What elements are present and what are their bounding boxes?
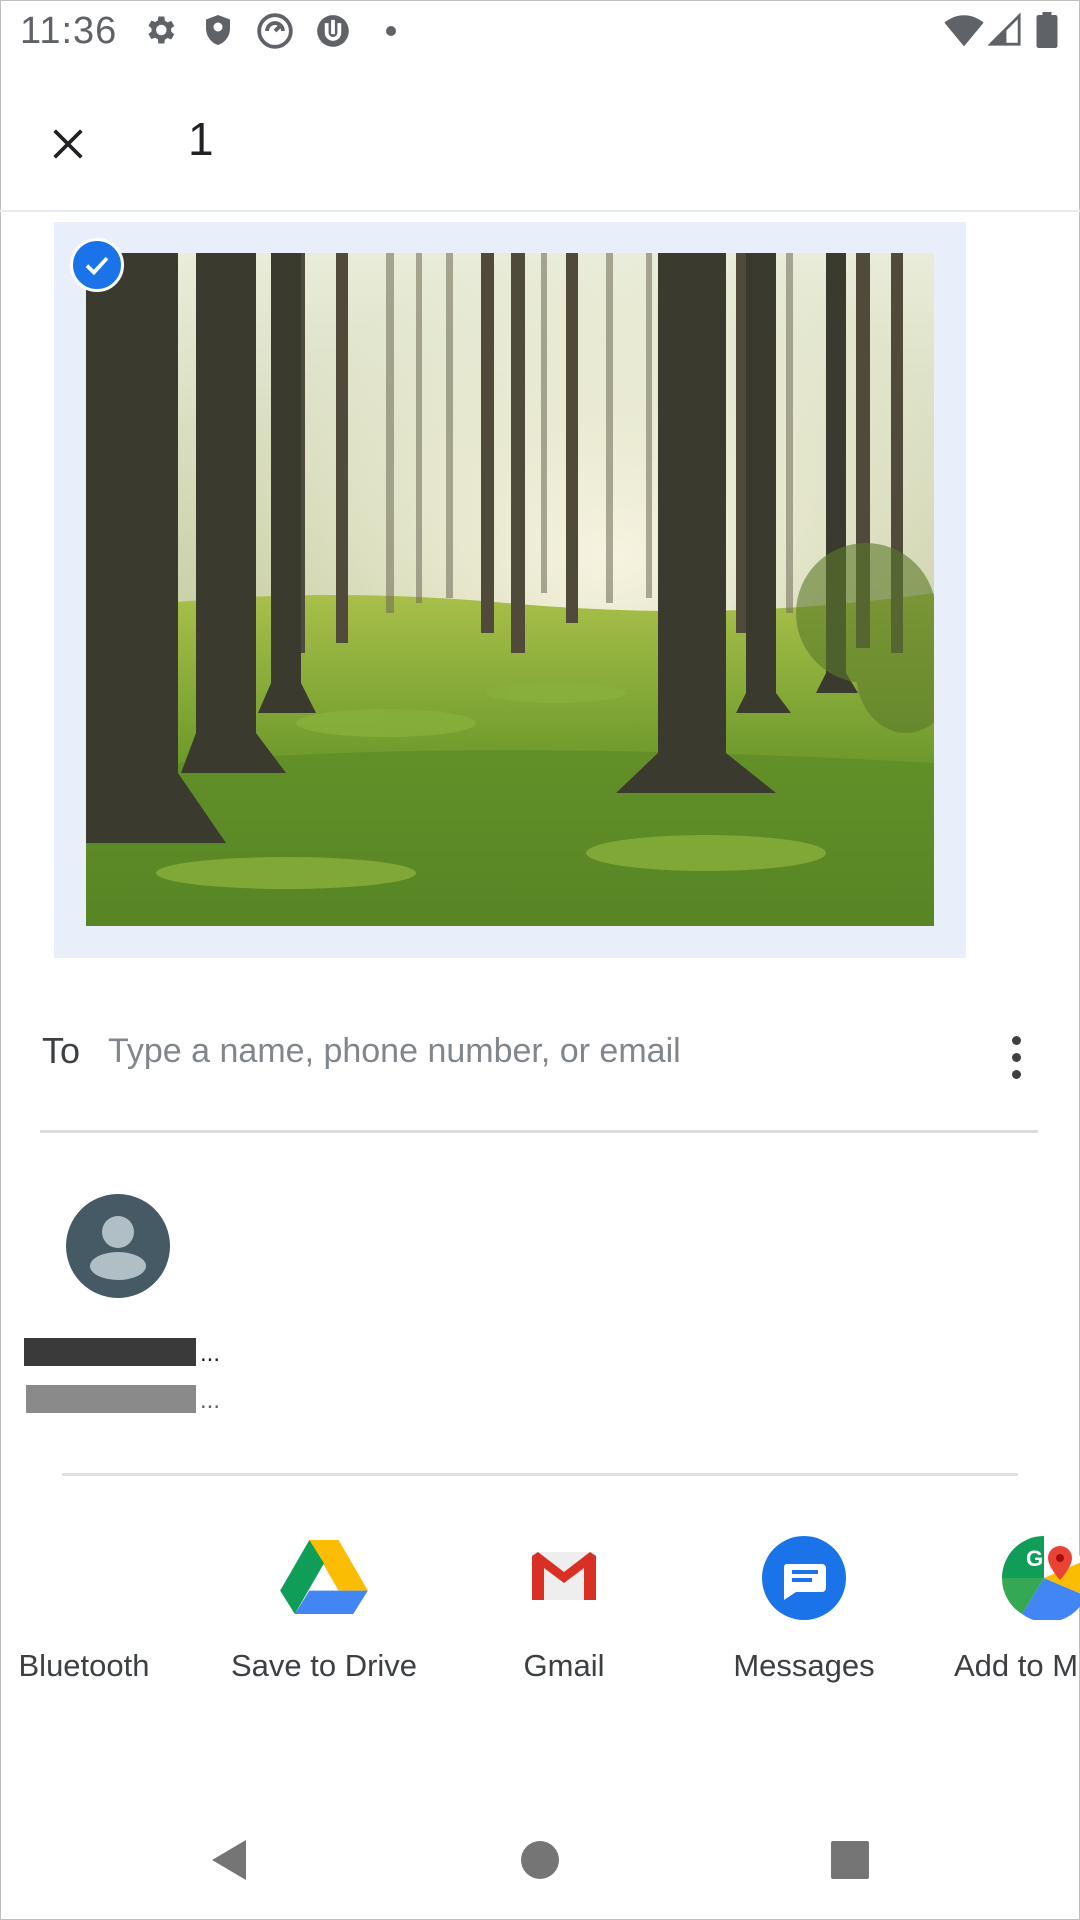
share-label-maps: Add to M (954, 1648, 1079, 1683)
recipient-row: To (40, 1010, 1038, 1133)
contact-avatar (66, 1194, 170, 1298)
share-save-to-drive[interactable]: Save to Drive (204, 1530, 444, 1690)
recents-button[interactable] (820, 1830, 880, 1890)
person-icon (90, 1216, 146, 1280)
forest-photo (86, 253, 934, 926)
home-button[interactable] (510, 1830, 570, 1890)
status-time: 11:36 (20, 10, 118, 52)
check-circle-icon (85, 256, 109, 276)
contact-detail-redacted (26, 1385, 196, 1413)
contact-detail-ellipsis: ... (200, 1387, 221, 1414)
share-gmail[interactable]: Gmail (444, 1530, 684, 1690)
back-button[interactable] (198, 1830, 258, 1890)
speed-icon (256, 12, 294, 55)
more-vert-icon (1011, 1035, 1021, 1045)
back-icon (212, 1840, 246, 1880)
share-targets: Bluetooth Save to Drive Gmail Messages G… (0, 1530, 1080, 1690)
wifi-icon (944, 12, 984, 53)
navigation-bar (0, 1800, 1080, 1920)
dot-icon (385, 24, 397, 42)
close-button[interactable] (30, 106, 106, 182)
more-options-button[interactable] (988, 1022, 1044, 1092)
status-bar: 11:36 (0, 0, 1080, 62)
share-messages[interactable]: Messages (684, 1530, 924, 1690)
recents-icon (831, 1841, 869, 1879)
share-label-gmail: Gmail (523, 1648, 605, 1683)
share-add-to-maps[interactable]: G Add to M (924, 1530, 1080, 1690)
close-icon (53, 129, 83, 159)
battery-icon (1036, 12, 1058, 53)
signal-icon (987, 12, 1022, 53)
messages-icon (762, 1536, 846, 1620)
settings-icon (142, 12, 178, 53)
torrent-icon (314, 12, 352, 55)
svg-text:G: G (1026, 1546, 1043, 1571)
maps-icon: G (1001, 1536, 1080, 1623)
share-label-messages: Messages (733, 1648, 875, 1683)
suggested-contact[interactable]: ... ... (22, 1190, 222, 1420)
share-label-bluetooth: Bluetooth (18, 1648, 150, 1683)
selected-count: 1 (188, 113, 214, 165)
contact-name-redacted (24, 1338, 196, 1366)
drive-icon (279, 1538, 369, 1628)
recipient-input[interactable] (106, 1018, 910, 1084)
section-divider (62, 1473, 1018, 1476)
selected-check-badge[interactable] (70, 238, 124, 292)
share-bluetooth[interactable]: Bluetooth (0, 1530, 204, 1690)
shield-icon (200, 12, 236, 53)
to-label: To (42, 1030, 81, 1071)
attachment-preview[interactable] (54, 222, 966, 958)
share-label-drive: Save to Drive (230, 1648, 418, 1683)
contact-name-ellipsis: ... (200, 1340, 221, 1367)
gmail-icon (532, 1550, 596, 1602)
selection-toolbar: 1 (0, 62, 1080, 212)
home-icon (521, 1841, 559, 1879)
